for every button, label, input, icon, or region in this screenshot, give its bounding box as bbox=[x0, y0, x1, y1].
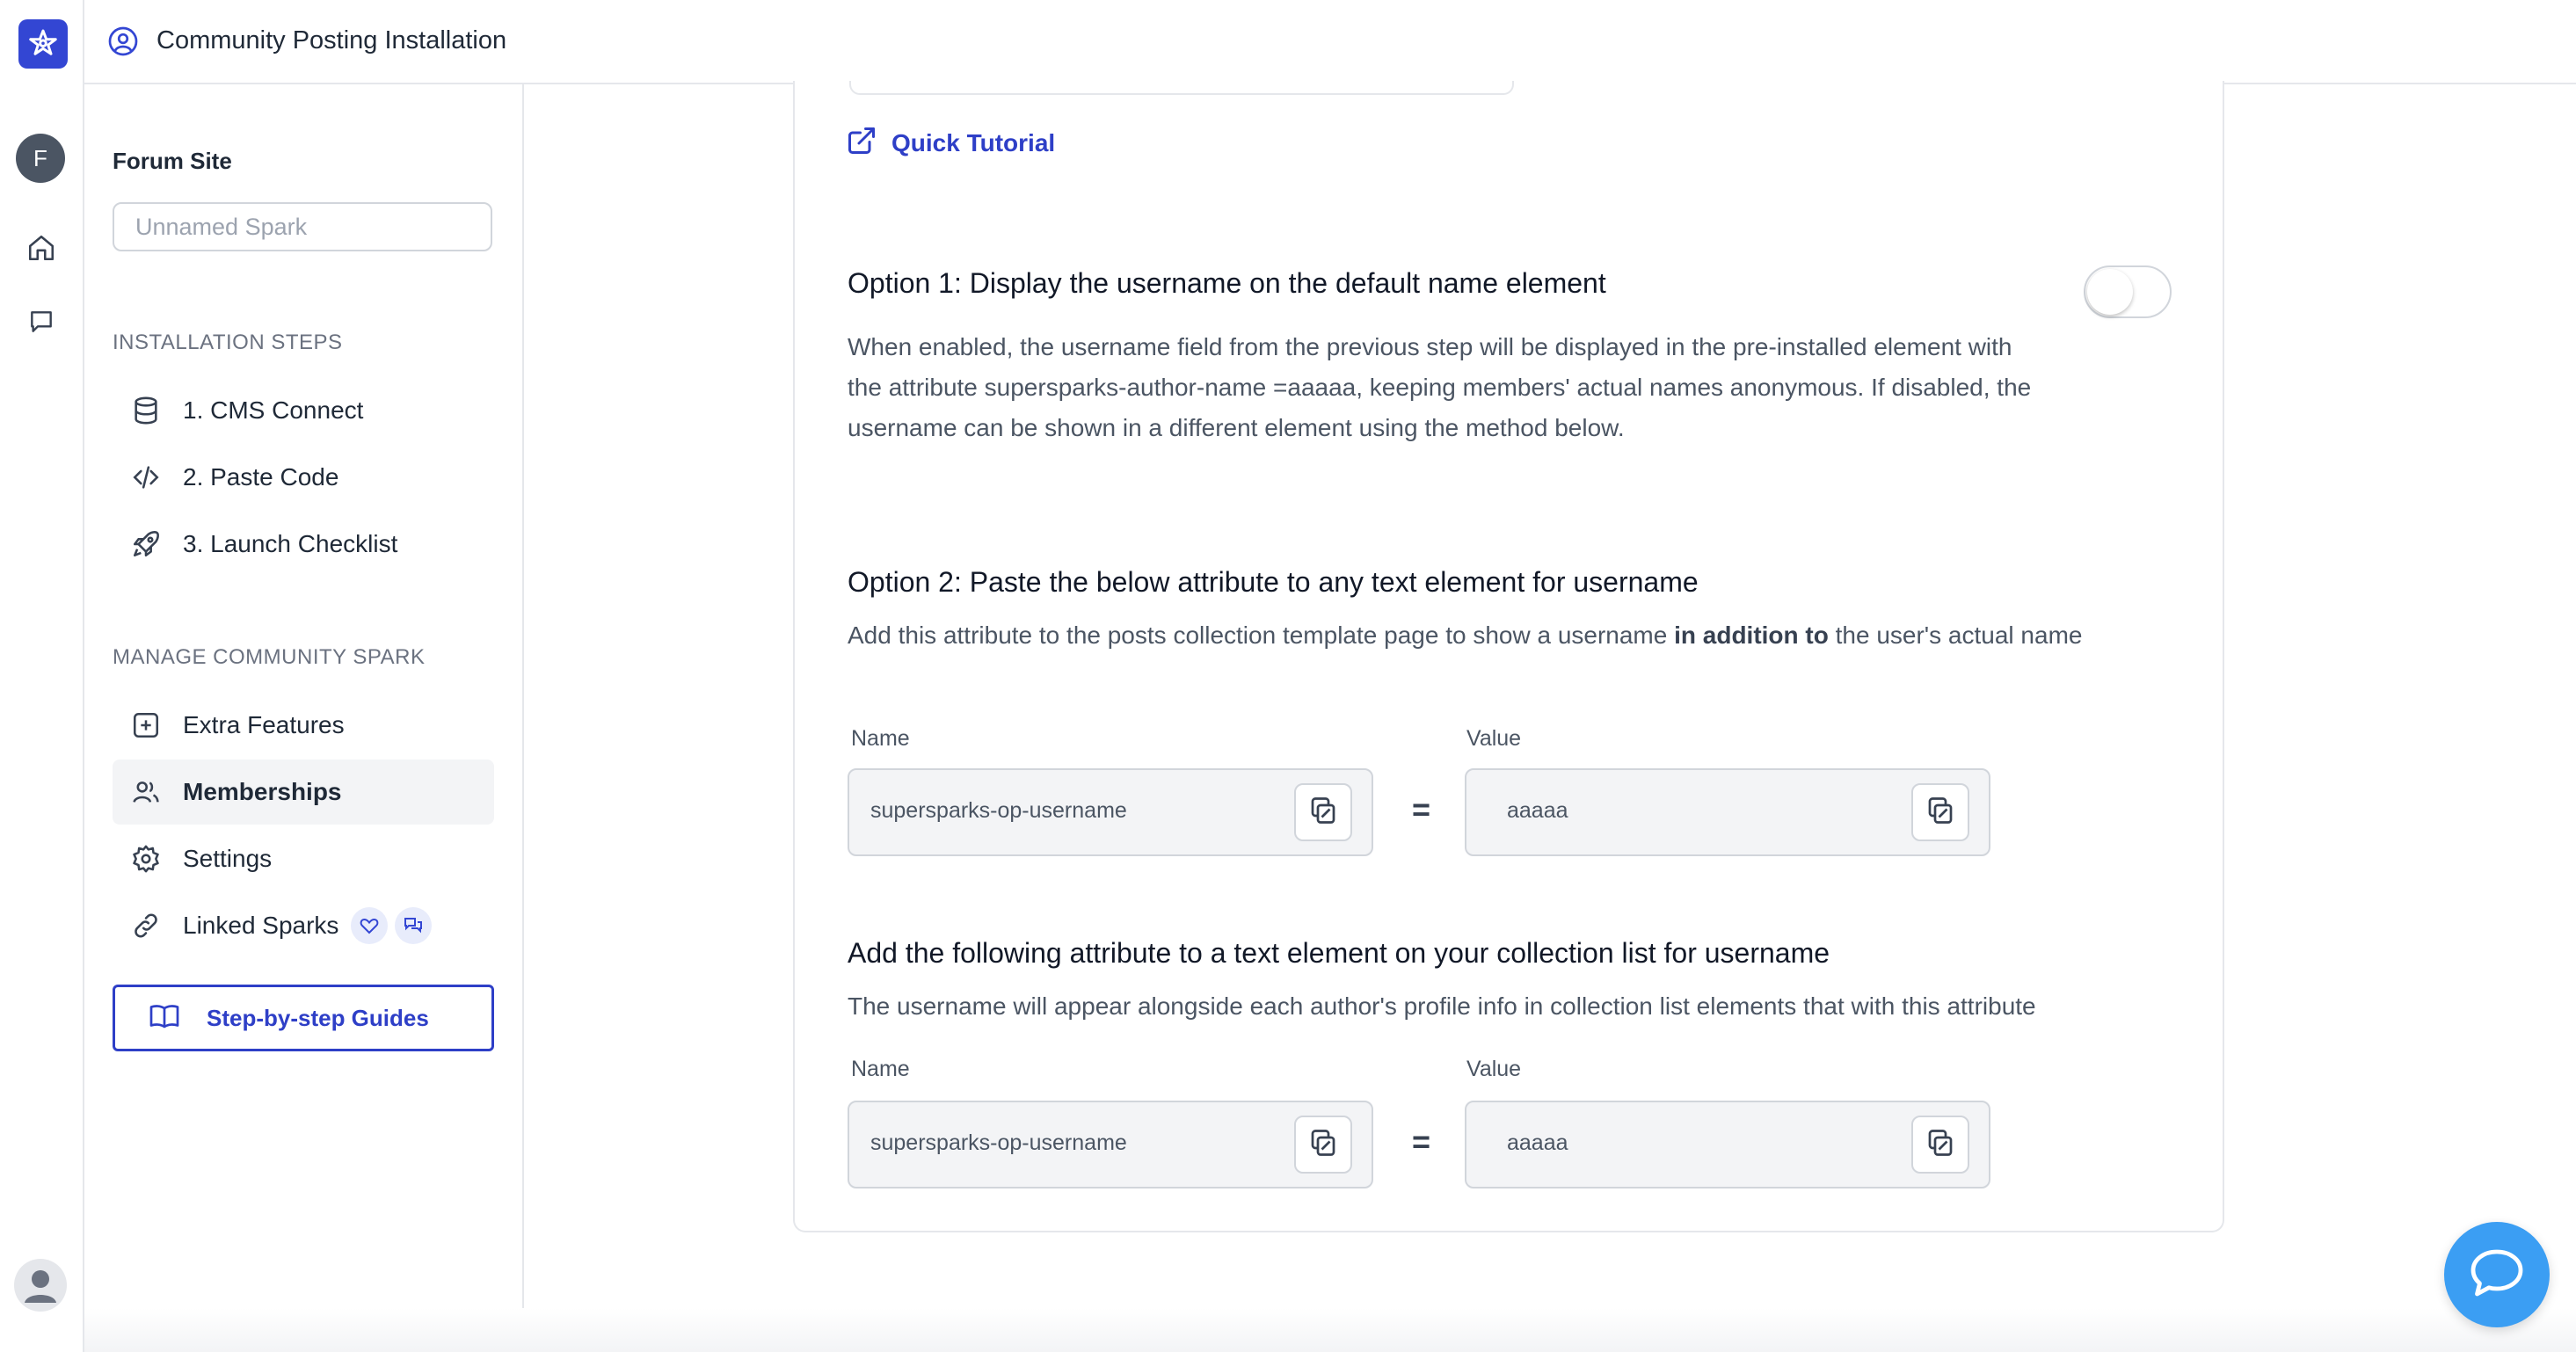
option2-value-value: aaaaa bbox=[1507, 798, 1568, 823]
option1-title: Option 1: Display the username on the de… bbox=[848, 267, 1606, 299]
sidebar-item-cms-connect[interactable]: 1. CMS Connect bbox=[113, 378, 494, 443]
copy-icon bbox=[1307, 795, 1339, 831]
copy-button[interactable] bbox=[1294, 1116, 1352, 1174]
chat-icon[interactable] bbox=[24, 304, 59, 339]
copy-button[interactable] bbox=[1911, 1116, 1969, 1174]
rocket-icon bbox=[130, 528, 162, 560]
page-title: Community Posting Installation bbox=[156, 26, 507, 55]
option3-value-field[interactable]: aaaaa bbox=[1465, 1101, 1990, 1188]
copy-icon bbox=[1307, 1127, 1339, 1163]
toggle-knob bbox=[2087, 269, 2133, 315]
copy-icon bbox=[1925, 1127, 1956, 1163]
option2-value-field[interactable]: aaaaa bbox=[1465, 768, 1990, 856]
sidebar-item-extra-features[interactable]: Extra Features bbox=[113, 693, 494, 758]
sidebar: Forum Site INSTALLATION STEPS 1. CMS Con… bbox=[84, 84, 524, 1352]
spark-logo-icon[interactable] bbox=[18, 19, 68, 69]
option2-name-value: supersparks-op-username bbox=[870, 798, 1127, 823]
partial-input-field[interactable] bbox=[849, 81, 1514, 95]
sidebar-item-launch-checklist[interactable]: 3. Launch Checklist bbox=[113, 512, 494, 577]
option2-description: Add this attribute to the posts collecti… bbox=[848, 621, 2083, 649]
manage-community-heading: MANAGE COMMUNITY SPARK bbox=[113, 645, 426, 669]
chat-bubbles-icon bbox=[395, 907, 433, 944]
database-icon bbox=[130, 395, 162, 426]
guides-label: Step-by-step Guides bbox=[207, 1004, 429, 1031]
copy-icon bbox=[1925, 795, 1956, 831]
copy-button[interactable] bbox=[1294, 783, 1352, 841]
option3-description: The username will appear alongside each … bbox=[848, 992, 2036, 1020]
home-icon[interactable] bbox=[24, 230, 59, 265]
installation-steps-heading: INSTALLATION STEPS bbox=[113, 331, 343, 354]
sidebar-item-label: Memberships bbox=[183, 778, 342, 805]
sidebar-item-label: Settings bbox=[183, 845, 273, 872]
book-icon bbox=[149, 1000, 180, 1036]
code-icon bbox=[130, 462, 162, 493]
sidebar-item-settings[interactable]: Settings bbox=[113, 826, 494, 891]
chat-widget-button[interactable] bbox=[2444, 1222, 2550, 1327]
copy-button[interactable] bbox=[1911, 783, 1969, 841]
option2-value-label: Value bbox=[1466, 726, 1522, 751]
forum-site-label: Forum Site bbox=[113, 148, 232, 174]
option2-name-label: Name bbox=[851, 726, 910, 751]
sidebar-item-label: 3. Launch Checklist bbox=[183, 530, 398, 557]
top-bar: Community Posting Installation bbox=[84, 0, 2576, 84]
equals-sign: = bbox=[1412, 1123, 1431, 1159]
sidebar-item-label: 1. CMS Connect bbox=[183, 396, 364, 424]
plus-square-icon bbox=[130, 709, 162, 741]
sidebar-item-label: Linked Sparks bbox=[183, 912, 339, 939]
heart-icon bbox=[351, 907, 389, 944]
option1-toggle[interactable] bbox=[2084, 265, 2172, 318]
sidebar-item-linked-sparks[interactable]: Linked Sparks bbox=[113, 893, 494, 958]
quick-tutorial-link[interactable]: Quick Tutorial bbox=[846, 125, 1055, 161]
user-avatar-icon[interactable] bbox=[14, 1259, 67, 1312]
sidebar-item-label: Extra Features bbox=[183, 711, 345, 738]
external-link-icon bbox=[846, 125, 877, 161]
quick-tutorial-label: Quick Tutorial bbox=[891, 128, 1056, 156]
users-icon bbox=[130, 776, 162, 808]
gear-icon bbox=[130, 843, 162, 875]
option3-name-value: supersparks-op-username bbox=[870, 1130, 1127, 1155]
chat-bubble-icon bbox=[2465, 1241, 2529, 1309]
equals-sign: = bbox=[1412, 791, 1431, 827]
option3-name-label: Name bbox=[851, 1057, 910, 1081]
sidebar-item-label: 2. Paste Code bbox=[183, 463, 339, 491]
account-avatar[interactable]: F bbox=[16, 134, 65, 183]
forum-site-input[interactable] bbox=[113, 202, 492, 251]
step-by-step-guides-button[interactable]: Step-by-step Guides bbox=[113, 985, 494, 1051]
option2-title: Option 2: Paste the below attribute to a… bbox=[848, 566, 1699, 598]
option2-name-field[interactable]: supersparks-op-username bbox=[848, 768, 1373, 856]
option3-name-field[interactable]: supersparks-op-username bbox=[848, 1101, 1373, 1188]
user-circle-icon bbox=[108, 26, 138, 56]
sidebar-item-memberships[interactable]: Memberships bbox=[113, 760, 494, 825]
icon-rail: F bbox=[0, 0, 84, 1352]
option1-description: When enabled, the username field from th… bbox=[848, 333, 2032, 441]
option3-value-value: aaaaa bbox=[1507, 1130, 1568, 1155]
link-icon bbox=[130, 910, 162, 941]
option3-value-label: Value bbox=[1466, 1057, 1522, 1081]
sidebar-item-paste-code[interactable]: 2. Paste Code bbox=[113, 445, 494, 510]
option3-title: Add the following attribute to a text el… bbox=[848, 937, 1830, 969]
